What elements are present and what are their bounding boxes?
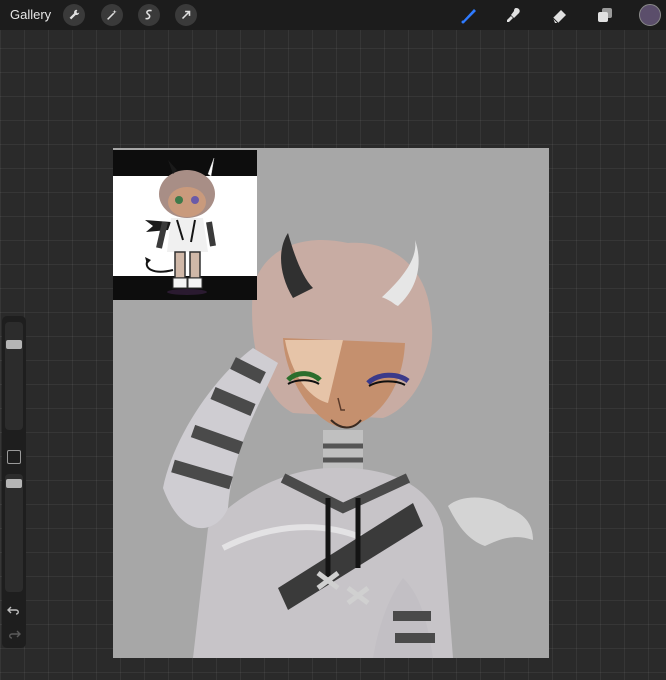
left-sidebar bbox=[2, 316, 26, 648]
brush-size-handle[interactable] bbox=[6, 340, 22, 349]
reference-character-illustration bbox=[113, 150, 257, 300]
redo-icon[interactable] bbox=[7, 627, 21, 641]
selection-icon bbox=[145, 9, 152, 20]
brush-icon bbox=[461, 9, 476, 24]
layers-button[interactable] bbox=[593, 3, 617, 27]
wrench-icon bbox=[69, 9, 80, 20]
modify-button[interactable] bbox=[7, 450, 21, 464]
top-toolbar: Gallery bbox=[0, 0, 666, 30]
gallery-button[interactable]: Gallery bbox=[10, 7, 51, 22]
brush-size-slider[interactable] bbox=[5, 322, 23, 430]
magic-wand-icon bbox=[107, 9, 117, 20]
opacity-slider[interactable] bbox=[5, 474, 23, 592]
smudge-tool-button[interactable] bbox=[502, 3, 526, 27]
brush-tool-button[interactable] bbox=[457, 3, 481, 27]
selection-button[interactable] bbox=[138, 4, 160, 26]
undo-icon[interactable] bbox=[7, 603, 21, 617]
actions-button[interactable] bbox=[63, 4, 85, 26]
layers-icon bbox=[598, 8, 612, 22]
color-picker-button[interactable] bbox=[639, 4, 661, 26]
smudge-icon bbox=[507, 8, 520, 22]
eraser-tool-button[interactable] bbox=[548, 3, 572, 27]
transform-button[interactable] bbox=[175, 4, 197, 26]
eraser-icon bbox=[552, 10, 566, 24]
transform-arrow-icon bbox=[181, 10, 191, 20]
opacity-handle[interactable] bbox=[6, 479, 22, 488]
reference-image[interactable] bbox=[113, 150, 257, 300]
adjustments-button[interactable] bbox=[101, 4, 123, 26]
